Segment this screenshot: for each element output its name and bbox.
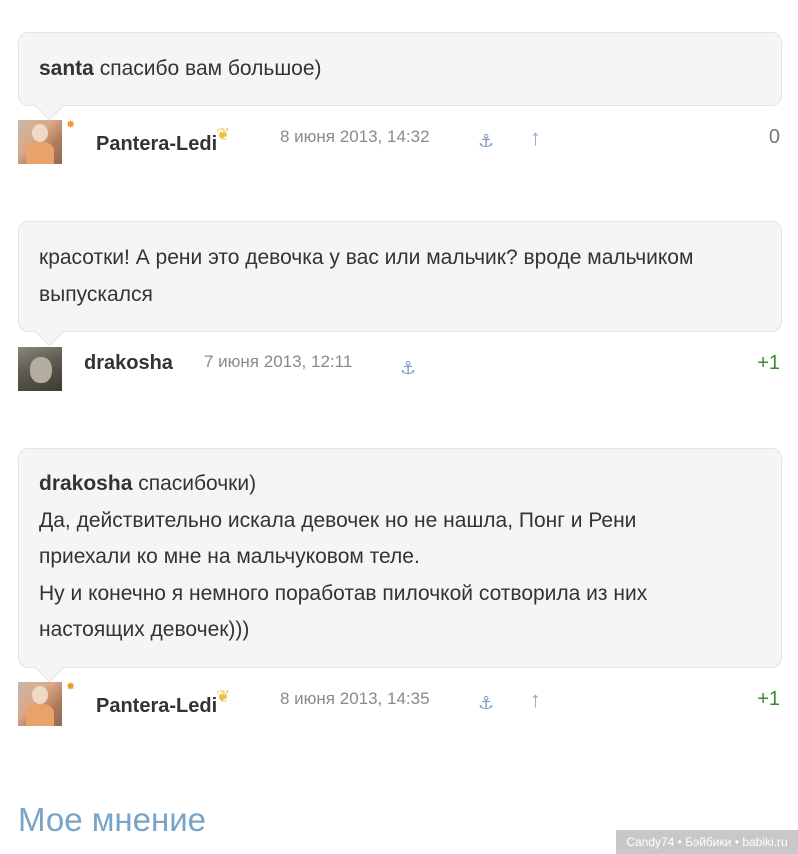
butterfly-icon: ❦ — [216, 687, 231, 706]
comment-line: настоящих девочек))) — [39, 618, 250, 641]
comment-rating: 0 — [768, 126, 780, 148]
star-rank-icon: ✸ — [66, 119, 76, 131]
avatar[interactable] — [18, 120, 62, 164]
comment-line-text: спасибочки) — [138, 472, 257, 495]
comment-date[interactable]: 8 июня 2013, 14:35 — [280, 689, 430, 709]
watermark: Candy74 • Бэйбики • babiki.ru — [616, 830, 798, 854]
comment-date[interactable]: 7 июня 2013, 12:11 — [204, 352, 352, 372]
author-name[interactable]: drakosha — [84, 352, 173, 375]
comment-line: приехали ко мне на мальчуковом теле. — [39, 545, 420, 568]
comment-meta: ✸ Pantera-Ledi ❦ 8 июня 2013, 14:32 ⚓ ↑ … — [0, 120, 798, 170]
author-name[interactable]: Pantera-Ledi — [96, 133, 217, 156]
author-name[interactable]: Pantera-Ledi — [96, 695, 217, 718]
comment-line: красотки! А рени это девочка у вас или м… — [39, 246, 694, 269]
comment-line: спасибо вам большое) — [99, 57, 322, 80]
anchor-icon[interactable]: ⚓ — [478, 131, 494, 151]
comment-addressee[interactable]: santa — [39, 57, 94, 80]
my-opinion-heading[interactable]: Мое мнение — [18, 798, 206, 842]
arrow-up-icon[interactable]: ↑ — [530, 127, 541, 149]
comment-line: Ну и конечно я немного поработав пилочко… — [39, 581, 648, 605]
comment-meta: ✸ Pantera-Ledi ❦ 8 июня 2013, 14:35 ⚓ ↑ … — [0, 682, 798, 732]
comment-line: Да, действительно искала девочек но не н… — [39, 508, 637, 532]
star-rank-icon: ✸ — [66, 681, 76, 693]
comment-text: красотки! А рени это девочка у вас или м… — [39, 222, 761, 313]
comment-bubble: drakosha спасибочки) Да, действительно и… — [18, 448, 782, 668]
comment-rating: +1 — [757, 352, 780, 374]
comment-line: drakosha спасибочки) — [39, 466, 761, 503]
comment-meta: drakosha 7 июня 2013, 12:11 ⚓ +1 — [0, 346, 798, 396]
comment-date[interactable]: 8 июня 2013, 14:32 — [280, 127, 430, 147]
comment-text: drakosha спасибочки) Да, действительно и… — [39, 449, 761, 649]
anchor-icon[interactable]: ⚓ — [478, 693, 494, 713]
comment-line: выпускался — [39, 282, 153, 306]
avatar[interactable] — [18, 347, 62, 391]
comment-bubble: santa спасибо вам большое) — [18, 32, 782, 106]
avatar[interactable] — [18, 682, 62, 726]
comment-rating: +1 — [757, 688, 780, 710]
anchor-icon[interactable]: ⚓ — [400, 358, 416, 378]
arrow-up-icon[interactable]: ↑ — [530, 689, 541, 711]
comment-bubble: красотки! А рени это девочка у вас или м… — [18, 221, 782, 332]
comment-text: santa спасибо вам большое) — [39, 33, 761, 88]
comment-addressee[interactable]: drakosha — [39, 472, 132, 495]
butterfly-icon: ❦ — [216, 125, 231, 144]
